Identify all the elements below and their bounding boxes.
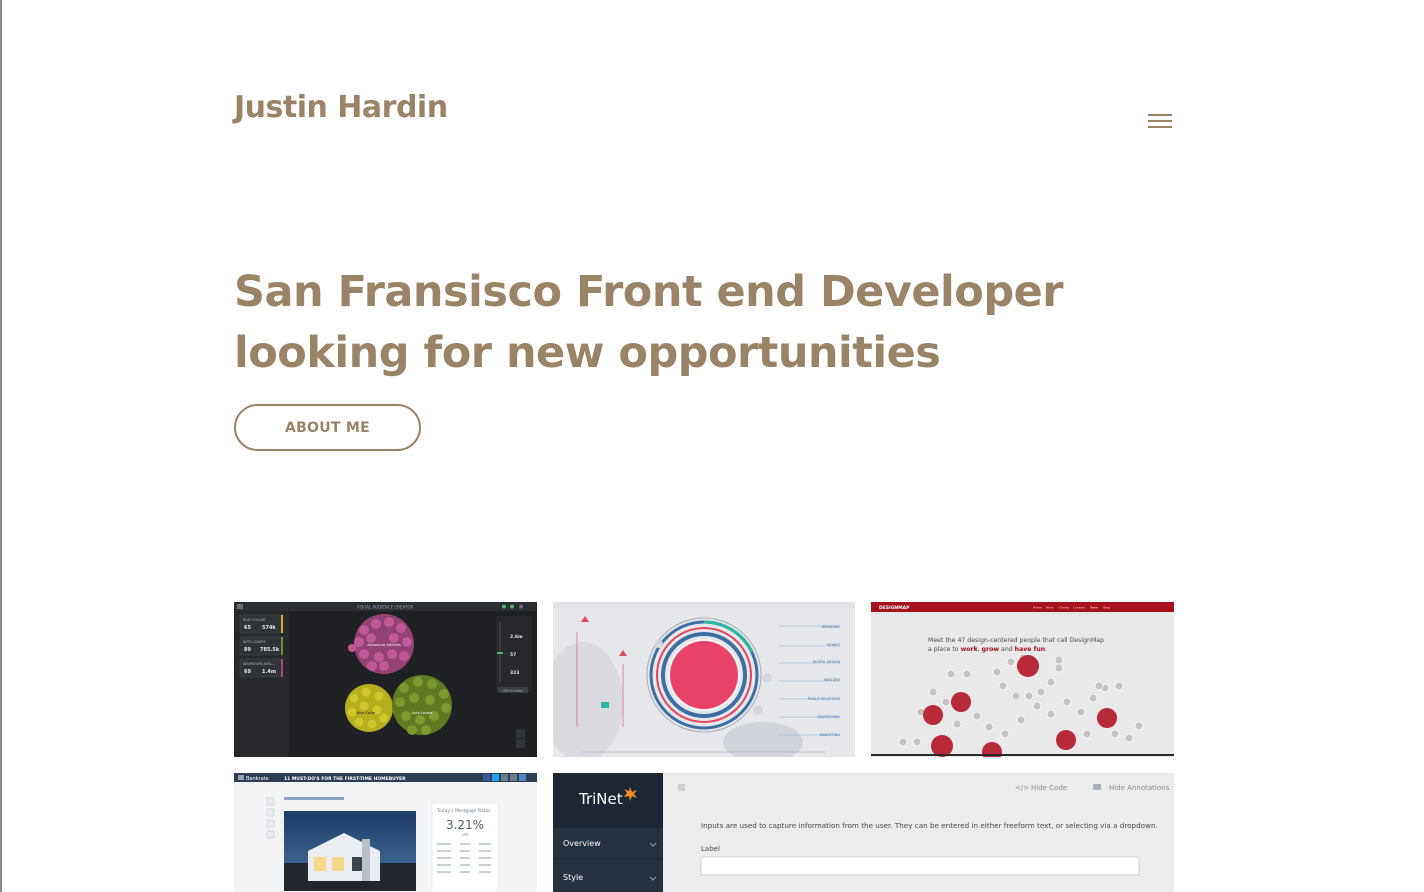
stat-value: 2.6m — [510, 634, 523, 640]
designmap-logo: DESIGNMAP — [879, 605, 910, 611]
service-label: DIGITAL DESIGN — [813, 660, 841, 664]
service-label: MOBILE — [827, 643, 840, 647]
segment-name: BLUE COLLAR — [243, 618, 266, 622]
stat-value: 57 — [510, 652, 516, 658]
service-label: MARKETING — [820, 733, 841, 737]
headline-line-2: looking for new opportunities — [234, 328, 941, 378]
trinet-logo: TriNet — [578, 790, 623, 808]
about-me-button[interactable]: ABOUT ME — [234, 404, 421, 451]
left-border — [0, 0, 2, 892]
designmap-nav-item: Blog — [1103, 606, 1110, 610]
segment-value: 785.5k — [260, 647, 280, 653]
audience-app-title: VISUAL AUDIENCE CREATOR — [357, 605, 414, 610]
code-icon: </> — [1015, 784, 1029, 792]
portfolio-tile-designmap[interactable]: DESIGNMAP Home Work Clients Contact Team… — [871, 602, 1174, 757]
trinet-inputs-description: Inputs are used to capture information f… — [701, 821, 1158, 830]
portfolio-tile-bankrate[interactable]: Bankrate 11 MUST-DO'S FOR THE FIRST-TIME… — [234, 773, 537, 892]
cluster-label: Blue Collar — [357, 711, 377, 715]
service-label: BRANDING — [822, 625, 841, 629]
site-title[interactable]: Justin Hardin — [234, 90, 448, 125]
menu-line — [1148, 120, 1172, 122]
bankrate-nav-headline: 11 MUST-DO'S FOR THE FIRST-TIME HOMEBUYE… — [284, 776, 406, 782]
stat-value: 323 — [510, 670, 519, 676]
designmap-nav-item: Clients — [1059, 606, 1070, 610]
segment-name: AUTO LOVERS — [243, 640, 266, 644]
bankrate-thumbnail: Bankrate 11 MUST-DO'S FOR THE FIRST-TIME… — [234, 773, 537, 892]
segment-value: 69 — [244, 669, 251, 675]
designmap-intro: Meet the 47 design-centered people that … — [928, 637, 1104, 644]
headline-line-1: San Fransisco Front end Developer — [234, 267, 1063, 317]
menu-line — [1148, 126, 1172, 128]
audience-creator-thumbnail: VISUAL AUDIENCE CREATOR BLUE COLLAR 65 5… — [234, 602, 537, 757]
trinet-field-label: Label — [701, 845, 720, 853]
service-label: WEB DEV — [824, 678, 841, 682]
hamburger-menu-icon[interactable] — [1148, 114, 1176, 136]
designmap-thumbnail: DESIGNMAP Home Work Clients Contact Team… — [871, 602, 1174, 757]
portfolio-tile-services[interactable]: BRANDING MOBILE DIGITAL DESIGN WEB DEV P… — [553, 602, 855, 757]
portfolio-tile-audience-creator[interactable]: VISUAL AUDIENCE CREATOR BLUE COLLAR 65 5… — [234, 602, 537, 757]
cluster-label: Auto Lovers — [412, 711, 433, 715]
designmap-nav-item: Work — [1046, 606, 1054, 610]
service-label: PUBLIC RELATIONS — [808, 697, 840, 701]
menu-line — [1148, 114, 1172, 116]
portfolio-tile-trinet[interactable]: TriNet Overview Style </> Hide Code Hide… — [553, 773, 1174, 892]
designmap-nav-item: Contact — [1073, 606, 1085, 610]
mortgage-rate-label: APR — [462, 833, 470, 837]
mortgage-rate-value: 3.21% — [446, 818, 484, 832]
trinet-nav-overview: Overview — [563, 839, 601, 848]
designmap-nav-item: Team — [1089, 606, 1098, 610]
hide-code-link: Hide Code — [1031, 784, 1067, 792]
add-to-query-button: Add to query — [503, 689, 523, 693]
segment-value: 65 — [244, 625, 251, 631]
bankrate-logo: Bankrate — [246, 776, 269, 782]
segment-value: 1.4m — [262, 669, 276, 675]
services-thumbnail: BRANDING MOBILE DIGITAL DESIGN WEB DEV P… — [553, 602, 855, 757]
segment-value: 89 — [244, 647, 251, 653]
segment-value: 574k — [262, 625, 276, 631]
designmap-intro-line2: a place to work, grow and have fun. — [928, 646, 1047, 653]
trinet-thumbnail: TriNet Overview Style </> Hide Code Hide… — [553, 773, 1174, 892]
cluster-label: Adventure Athletes — [367, 643, 401, 647]
segment-name: ADVENTURE ATHL... — [243, 662, 275, 666]
hide-annotations-link: Hide Annotations — [1109, 784, 1170, 792]
service-label: ADVERTISING — [817, 715, 840, 719]
trinet-nav-style: Style — [563, 873, 583, 882]
designmap-nav-item: Home — [1033, 606, 1042, 610]
mortgage-rates-title: Today's Mortgage Rates — [436, 808, 491, 814]
hero-headline: San Fransisco Front end Developer lookin… — [234, 262, 1074, 384]
